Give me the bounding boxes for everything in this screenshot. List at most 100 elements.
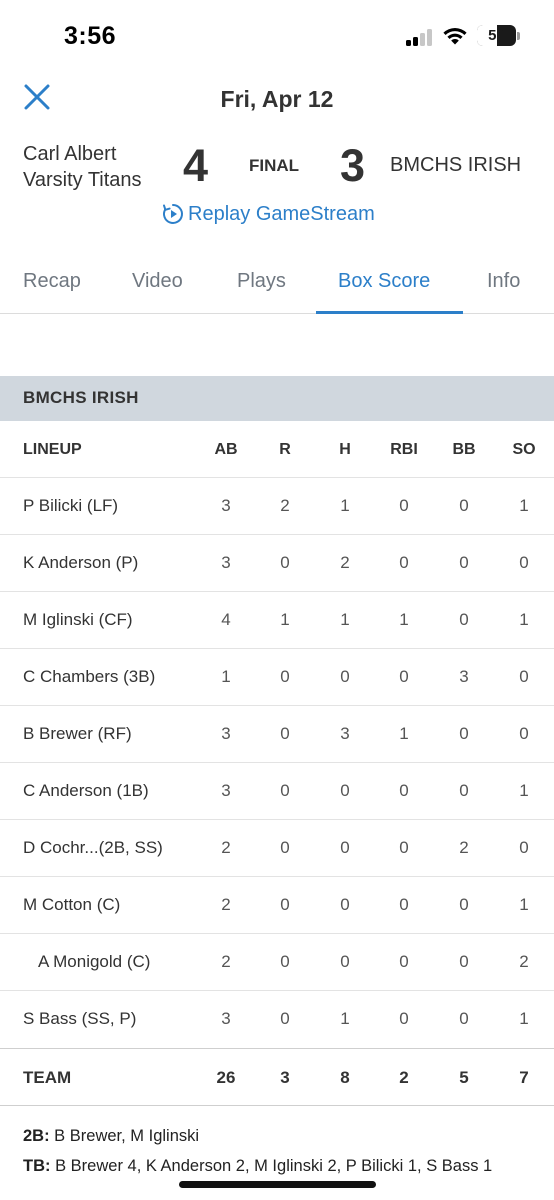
stat-r: 0 <box>280 553 290 572</box>
status-time: 3:56 <box>64 22 117 50</box>
player-name: M Cotton (C) <box>23 895 121 914</box>
total-ab: 26 <box>216 1068 236 1087</box>
stat-bb: 0 <box>459 610 469 629</box>
stat-h: 0 <box>340 952 350 971</box>
stat-so: 1 <box>519 610 529 629</box>
team-section-header: BMCHS IRISH <box>0 376 554 421</box>
stat-h: 0 <box>340 895 350 914</box>
note-text: B Brewer 4, K Anderson 2, M Iglinski 2, … <box>50 1157 493 1175</box>
home-team-name[interactable]: Carl Albert Varsity Titans <box>23 141 142 193</box>
stat-r: 0 <box>280 781 290 800</box>
cellular-signal-icon <box>406 28 434 46</box>
tab-recap[interactable]: Recap <box>23 270 81 293</box>
stat-bb: 0 <box>459 724 469 743</box>
stat-rbi: 0 <box>399 553 409 572</box>
replay-gamestream-link[interactable]: Replay GameStream <box>162 201 375 227</box>
table-row[interactable]: M Iglinski (CF) 4 1 1 1 0 1 <box>0 592 554 649</box>
stat-h: 1 <box>340 1009 350 1028</box>
stat-ab: 3 <box>221 496 231 515</box>
tab-video[interactable]: Video <box>132 270 183 293</box>
stat-r: 0 <box>280 952 290 971</box>
note-text: B Brewer, M Iglinski <box>49 1127 200 1145</box>
table-header-row: LINEUP AB R H RBI BB SO <box>0 421 554 478</box>
away-team-name[interactable]: BMCHS IRISH <box>390 154 521 177</box>
battery-cap <box>517 32 520 40</box>
stat-h: 3 <box>340 724 350 743</box>
battery-percent: 50 <box>488 27 505 44</box>
table-row[interactable]: S Bass (SS, P) 3 0 1 0 0 1 <box>0 991 554 1048</box>
home-indicator[interactable] <box>179 1181 376 1188</box>
note-doubles: 2B: B Brewer, M Iglinski <box>23 1126 523 1147</box>
total-h: 8 <box>340 1068 350 1087</box>
player-name: C Anderson (1B) <box>23 781 149 800</box>
stat-h: 1 <box>340 610 350 629</box>
stat-so: 0 <box>519 667 529 686</box>
stat-r: 0 <box>280 838 290 857</box>
tab-plays[interactable]: Plays <box>237 270 286 293</box>
player-name: A Monigold (C) <box>38 952 151 971</box>
replay-icon <box>163 204 183 224</box>
table-row[interactable]: D Cochr...(2B, SS) 2 0 0 0 2 0 <box>0 820 554 877</box>
stat-h: 1 <box>340 496 350 515</box>
stat-rbi: 0 <box>399 496 409 515</box>
home-team-name-line1: Carl Albert <box>23 143 117 165</box>
stat-bb: 2 <box>459 838 469 857</box>
stat-so: 0 <box>519 838 529 857</box>
stat-bb: 0 <box>459 1009 469 1028</box>
stat-ab: 2 <box>221 895 231 914</box>
stat-r: 1 <box>280 610 290 629</box>
totals-label: TEAM <box>23 1068 72 1087</box>
table-row[interactable]: K Anderson (P) 3 0 2 0 0 0 <box>0 535 554 592</box>
table-row[interactable]: A Monigold (C) 2 0 0 0 0 2 <box>0 934 554 991</box>
stat-rbi: 0 <box>399 838 409 857</box>
player-name: D Cochr...(2B, SS) <box>23 838 163 857</box>
stat-h: 0 <box>340 781 350 800</box>
stat-bb: 0 <box>459 496 469 515</box>
game-status: FINAL <box>249 156 300 175</box>
status-bar: 3:56 50 <box>0 0 554 72</box>
table-row[interactable]: C Chambers (3B) 1 0 0 0 3 0 <box>0 649 554 706</box>
stat-ab: 2 <box>221 952 231 971</box>
stat-h: 2 <box>340 553 350 572</box>
table-row[interactable]: B Brewer (RF) 3 0 3 1 0 0 <box>0 706 554 763</box>
player-name: P Bilicki (LF) <box>23 496 119 515</box>
stat-so: 1 <box>519 496 529 515</box>
stat-rbi: 0 <box>399 781 409 800</box>
column-header-so: SO <box>512 441 536 458</box>
stat-ab: 2 <box>221 838 231 857</box>
tab-info[interactable]: Info <box>487 270 520 293</box>
stat-r: 0 <box>280 667 290 686</box>
table-row[interactable]: C Anderson (1B) 3 0 0 0 0 1 <box>0 763 554 820</box>
stat-r: 0 <box>280 895 290 914</box>
stat-ab: 3 <box>221 781 231 800</box>
stat-r: 0 <box>280 1009 290 1028</box>
player-name: B Brewer (RF) <box>23 724 132 743</box>
stat-rbi: 0 <box>399 1009 409 1028</box>
stat-so: 0 <box>519 724 529 743</box>
tab-box-score[interactable]: Box Score <box>338 270 430 293</box>
stat-so: 0 <box>519 553 529 572</box>
column-header-bb: BB <box>452 441 476 458</box>
box-score-table: LINEUP AB R H RBI BB SO P Bilicki (LF) 3… <box>0 421 554 1106</box>
stat-h: 0 <box>340 838 350 857</box>
batting-notes: 2B: B Brewer, M Iglinski TB: B Brewer 4,… <box>23 1126 523 1186</box>
table-row[interactable]: P Bilicki (LF) 3 2 1 0 0 1 <box>0 478 554 535</box>
column-header-h: H <box>339 441 351 458</box>
stat-bb: 0 <box>459 895 469 914</box>
stat-bb: 0 <box>459 781 469 800</box>
stat-ab: 3 <box>221 553 231 572</box>
home-score: 4 <box>183 140 209 191</box>
away-score: 3 <box>340 140 366 191</box>
total-r: 3 <box>280 1068 290 1087</box>
wifi-icon <box>443 27 467 45</box>
stat-bb: 0 <box>459 952 469 971</box>
total-bb: 5 <box>459 1068 469 1087</box>
game-date: Fri, Apr 12 <box>220 86 334 112</box>
table-row[interactable]: M Cotton (C) 2 0 0 0 0 1 <box>0 877 554 934</box>
stat-bb: 0 <box>459 553 469 572</box>
stat-so: 2 <box>519 952 529 971</box>
team-section-title: BMCHS IRISH <box>23 388 139 407</box>
stat-bb: 3 <box>459 667 469 686</box>
note-label: TB: <box>23 1157 51 1175</box>
stat-rbi: 1 <box>399 724 409 743</box>
